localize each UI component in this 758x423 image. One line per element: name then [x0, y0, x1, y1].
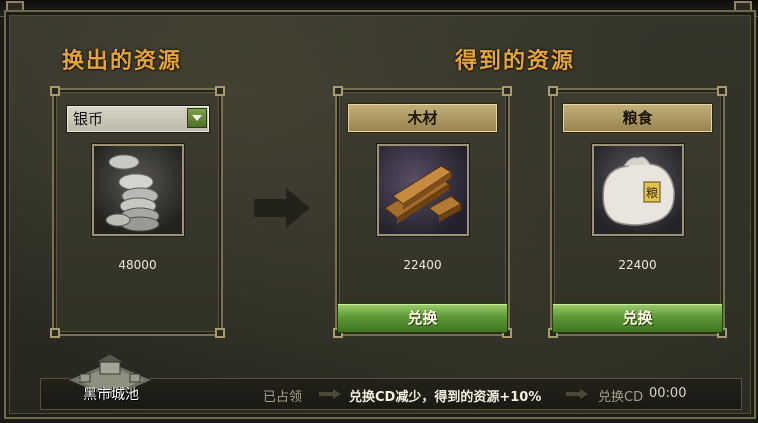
panel-corner: [215, 328, 225, 338]
exchange-out-amount: 48000: [118, 258, 157, 272]
bonus-text: 兑换CD减少，得到的资源+10%: [349, 390, 542, 405]
background-watermark: 彩阳: [283, 62, 339, 90]
panel-corner: [502, 86, 512, 96]
arrow-right-icon: [566, 389, 588, 399]
panel-corner: [548, 86, 558, 96]
exchange-out-heading: 换出的资源: [62, 49, 183, 74]
resource-card-amount: 22400: [403, 258, 442, 272]
exchange-out-panel: 银币 48000: [50, 86, 225, 338]
city-name-label: 黑市城池: [83, 387, 139, 403]
wood-planks-icon: [377, 144, 469, 236]
resource-card-wood: 木材 22400 兑换: [333, 86, 512, 338]
chevron-down-icon[interactable]: [187, 108, 207, 128]
panel-corner: [717, 86, 727, 96]
resource-card-title: 粮食: [562, 103, 713, 133]
grain-sack-icon: 粮: [592, 144, 684, 236]
panel-corner: [215, 86, 225, 96]
panel-corner: [50, 86, 60, 96]
status-owned-text: 已占领: [263, 390, 303, 405]
resource-card-amount: 22400: [618, 258, 657, 272]
cd-time: 00:00: [649, 386, 687, 401]
exchange-in-heading: 得到的资源: [455, 49, 576, 74]
arrow-right-icon: [252, 186, 312, 234]
cd-label: 兑换CD: [598, 390, 644, 405]
resource-type-select-value: 银币: [73, 110, 104, 128]
resource-type-select[interactable]: 银币: [66, 105, 210, 133]
resource-card-food: 粮食 粮 22400 兑换: [548, 86, 727, 338]
panel-corner: [50, 328, 60, 338]
exchange-button-food[interactable]: 兑换: [552, 303, 723, 333]
sack-tag-text: 粮: [646, 185, 658, 200]
silver-coin-icon: [92, 144, 184, 236]
panel-corner: [333, 86, 343, 96]
resource-card-title: 木材: [347, 103, 498, 133]
arrow-right-icon: [319, 389, 341, 399]
exchange-button-wood[interactable]: 兑换: [337, 303, 508, 333]
